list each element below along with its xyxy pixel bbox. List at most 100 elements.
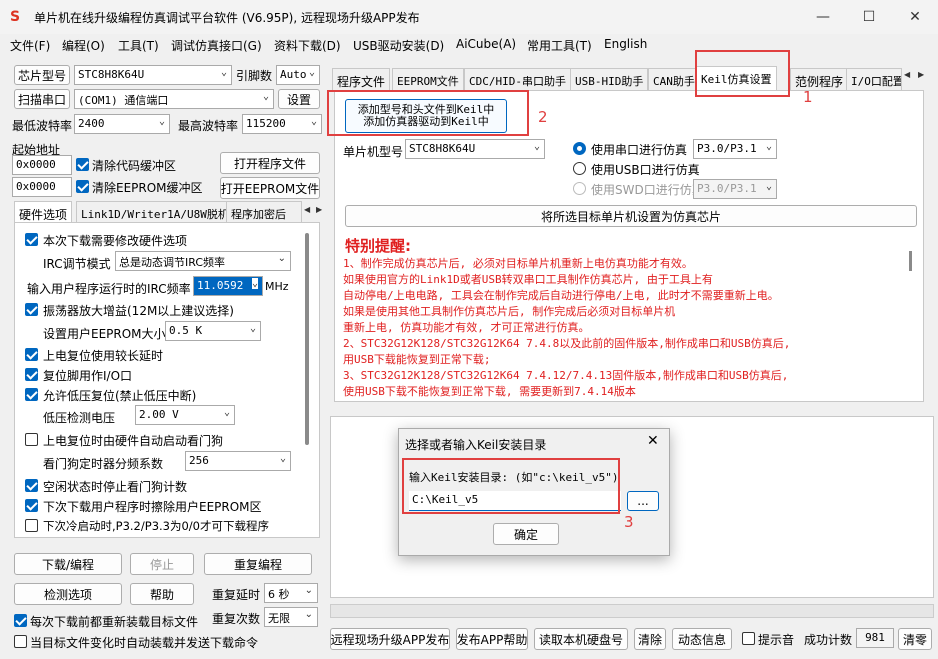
menu-usb-driver[interactable]: USB驱动安装(D)	[353, 37, 444, 54]
tab-cdc-hid-serial[interactable]: CDC/HID-串口助手	[464, 68, 571, 90]
minimize-button[interactable]: —	[800, 0, 846, 34]
reload-each-checkbox[interactable]	[14, 614, 27, 627]
power-delay-label: 上电复位使用较长延时	[43, 349, 164, 363]
chip-model-select[interactable]: STC8H8K64U ⌄	[74, 65, 232, 85]
chevron-down-icon: ⌄	[310, 116, 317, 127]
scroll-left-icon[interactable]: ◀	[904, 70, 910, 79]
port-select[interactable]: (COM1) 通信端口 ⌄	[74, 89, 274, 109]
wdt-div-select[interactable]: 256 ⌄	[185, 451, 291, 471]
clear-count-button[interactable]: 清零	[898, 628, 932, 650]
tab-eeprom-file[interactable]: EEPROM文件	[392, 68, 464, 90]
notice-scrollbar[interactable]	[909, 251, 912, 271]
modify-hw-checkbox[interactable]	[25, 233, 38, 246]
menu-downloads[interactable]: 资料下载(D)	[274, 37, 341, 54]
pin-count-select[interactable]: Auto ⌄	[276, 65, 320, 85]
close-button[interactable]: ✕	[892, 0, 938, 34]
read-disk-id-button[interactable]: 读取本机硬盘号	[534, 628, 628, 650]
menu-tools[interactable]: 工具(T)	[118, 37, 159, 54]
close-icon[interactable]: ✕	[647, 433, 659, 449]
lvd-select[interactable]: 2.00 V ⌄	[135, 405, 235, 425]
swd-sim-radio[interactable]	[573, 182, 586, 195]
scrollbar[interactable]	[305, 233, 309, 445]
repeat-delay-select[interactable]: 6 秒 ⌄	[264, 583, 318, 603]
tab-program-file[interactable]: 程序文件	[332, 68, 391, 90]
publish-help-button[interactable]: 发布APP帮助	[456, 628, 528, 650]
mcu-model-select[interactable]: STC8H8K64U ⌄	[405, 139, 545, 159]
erase-eeprom-checkbox[interactable]	[25, 499, 38, 512]
progress-bar	[330, 604, 934, 618]
tab-can[interactable]: CAN助手	[648, 68, 700, 90]
set-sim-chip-button[interactable]: 将所选目标单片机设置为仿真芯片	[345, 205, 917, 227]
clear-eeprom-checkbox[interactable]	[76, 180, 89, 193]
notice-line: 如果使用官方的Link1D或者USB转双串口工具制作仿真芯片, 由于工具上有	[343, 273, 713, 286]
erase-eeprom-label: 下次下载用户程序时擦除用户EEPROM区	[43, 500, 262, 514]
code-address-input[interactable]: 0x0000	[12, 155, 72, 175]
menu-debug[interactable]: 调试仿真接口(G)	[171, 37, 262, 54]
download-button[interactable]: 下载/编程	[14, 553, 122, 575]
repeat-count-select[interactable]: 无限 ⌄	[264, 607, 318, 627]
lvd-value: 2.00 V	[139, 408, 179, 421]
idle-wdt-checkbox[interactable]	[25, 479, 38, 492]
notice-line: 用USB下载能恢复到正常下载;	[343, 353, 491, 366]
dynamic-info-button[interactable]: 动态信息	[672, 628, 732, 650]
tab-usb-hid[interactable]: USB-HID助手	[570, 68, 649, 90]
menu-aicube[interactable]: AiCube(A)	[456, 37, 516, 51]
tab-examples[interactable]: 范例程序	[790, 68, 849, 90]
port-settings-button[interactable]: 设置	[278, 89, 320, 109]
tab-hardware-options[interactable]: 硬件选项	[14, 201, 73, 223]
eeprom-address-input[interactable]: 0x0000	[12, 177, 72, 197]
wdt-auto-checkbox[interactable]	[25, 433, 38, 446]
power-delay-checkbox[interactable]	[25, 348, 38, 361]
swd-port-select[interactable]: P3.0/P3.1 ⌄	[693, 179, 777, 199]
tab-encryption[interactable]: 程序加密后	[226, 201, 302, 223]
pin-count-value: Auto	[280, 68, 307, 81]
menu-program[interactable]: 编程(O)	[62, 37, 105, 54]
scroll-right-icon[interactable]: ▶	[918, 70, 924, 79]
help-button[interactable]: 帮助	[130, 583, 194, 605]
annotation-box-3	[402, 458, 620, 514]
detect-options-button[interactable]: 检测选项	[14, 583, 122, 605]
usb-sim-radio[interactable]	[573, 162, 586, 175]
osc-gain-label: 振荡器放大增益(12M以上建议选择)	[43, 304, 234, 318]
menu-file[interactable]: 文件(F)	[10, 37, 50, 54]
idle-wdt-label: 空闲状态时停止看门狗计数	[43, 480, 188, 494]
maximize-button[interactable]: ☐	[846, 0, 892, 34]
eeprom-size-select[interactable]: 0.5 K ⌄	[165, 321, 261, 341]
wdt-div-value: 256	[189, 454, 209, 467]
uart-port-select[interactable]: P3.0/P3.1 ⌄	[693, 139, 777, 159]
reset-io-checkbox[interactable]	[25, 368, 38, 381]
scroll-left-icon[interactable]: ◀	[304, 205, 310, 214]
open-program-button[interactable]: 打开程序文件	[220, 152, 320, 174]
chip-model-label[interactable]: 芯片型号	[14, 65, 70, 85]
beep-checkbox[interactable]	[742, 632, 755, 645]
auto-send-checkbox[interactable]	[14, 635, 27, 648]
cold-boot-checkbox[interactable]	[25, 519, 38, 532]
remote-app-button[interactable]: 远程现场升级APP发布	[330, 628, 450, 650]
menu-english[interactable]: English	[604, 37, 647, 51]
annotation-box-2	[327, 90, 529, 136]
browse-button[interactable]: ...	[627, 491, 659, 511]
min-baud-select[interactable]: 2400 ⌄	[74, 114, 170, 134]
chevron-down-icon: ⌄	[251, 278, 258, 289]
scan-port-button[interactable]: 扫描串口	[14, 89, 70, 109]
irc-unit: MHz	[265, 280, 289, 293]
uart-sim-radio[interactable]	[573, 142, 586, 155]
clear-code-checkbox[interactable]	[76, 158, 89, 171]
reprogram-button[interactable]: 重复编程	[204, 553, 312, 575]
open-eeprom-button[interactable]: 打开EEPROM文件	[220, 177, 320, 199]
irc-mode-select[interactable]: 总是动态调节IRC频率 ⌄	[115, 251, 291, 271]
lvd-reset-checkbox[interactable]	[25, 388, 38, 401]
menu-common-tools[interactable]: 常用工具(T)	[527, 37, 592, 54]
tab-offline[interactable]: Link1D/Writer1A/U8W脱机	[76, 201, 234, 223]
osc-gain-checkbox[interactable]	[25, 303, 38, 316]
left-tab-bar: 硬件选项 Link1D/Writer1A/U8W脱机 程序加密后 ◀ ▶	[14, 201, 324, 223]
max-baud-select[interactable]: 115200 ⌄	[242, 114, 322, 134]
irc-freq-select[interactable]: 11.0592 ⌄	[193, 276, 263, 296]
scroll-right-icon[interactable]: ▶	[316, 205, 322, 214]
chevron-down-icon: ⌄	[765, 181, 772, 192]
ok-button[interactable]: 确定	[493, 523, 559, 545]
clear-log-button[interactable]: 清除	[634, 628, 666, 650]
tab-io-config[interactable]: I/O口配置	[846, 68, 902, 90]
stop-button[interactable]: 停止	[130, 553, 194, 575]
annotation-box-1	[695, 50, 790, 97]
